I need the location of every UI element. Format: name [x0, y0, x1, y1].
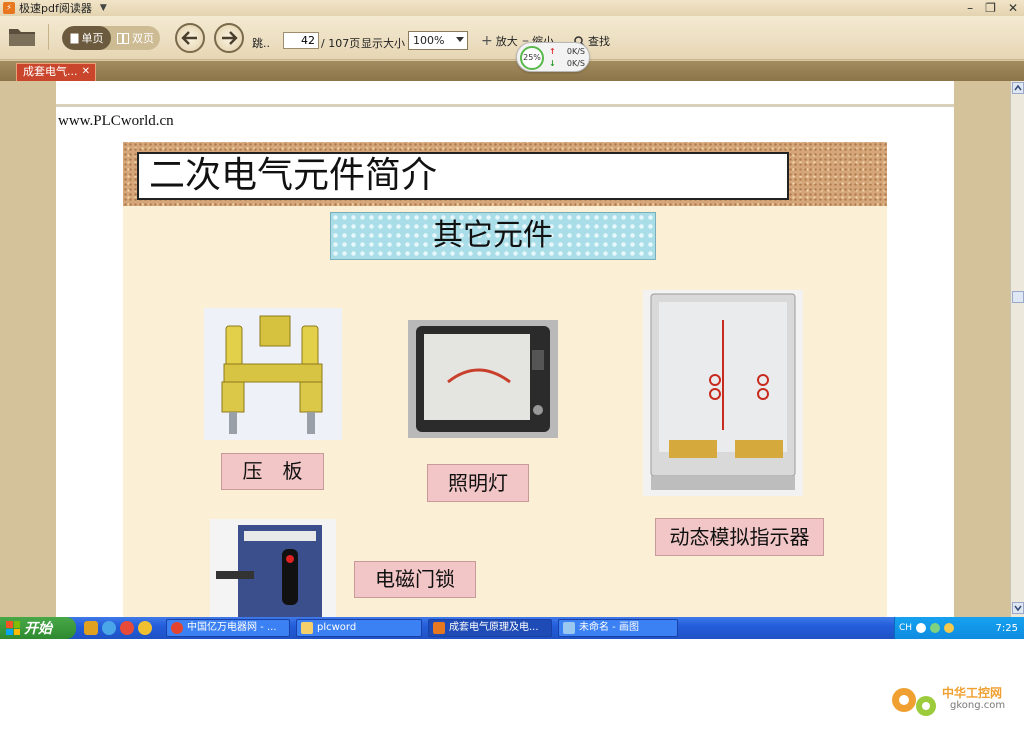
slide: 二次电气元件简介 其它元件 压 板 照明灯 动态模拟指示器 电磁门锁	[123, 142, 887, 617]
door-lock-photo	[210, 519, 336, 617]
folder-icon	[301, 622, 313, 634]
zoom-in-button[interactable]: + 放大	[481, 33, 518, 49]
label-dynamic-indicator: 动态模拟指示器	[655, 518, 824, 556]
close-tab-icon[interactable]: ✕	[82, 64, 90, 80]
speed-percent: 25%	[520, 46, 544, 70]
download-speed: ↓ 0K/S	[549, 59, 585, 68]
network-speed-widget[interactable]: 25% ↑ 0K/S ↓ 0K/S	[516, 42, 590, 72]
windows-taskbar: 开始 中国亿万电器网 - ... plcword 成套电气原理及电... 未命名…	[0, 617, 1024, 639]
paint-icon	[563, 622, 575, 634]
gear-icon	[892, 688, 936, 716]
messenger-icon[interactable]	[138, 621, 152, 635]
slide-subtitle: 其它元件	[330, 212, 656, 260]
label-lighting: 照明灯	[427, 464, 529, 502]
double-page-icon	[117, 32, 129, 44]
label-pressure-plate: 压 板	[221, 453, 324, 490]
dynamic-indicator-photo	[643, 290, 803, 496]
taskbar-item-paint[interactable]: 未命名 - 画图	[558, 619, 678, 637]
document-tab[interactable]: 成套电气... ✕	[16, 63, 96, 81]
page-number-input[interactable]	[283, 32, 319, 49]
app-icon: ⚡	[3, 2, 15, 14]
taskbar-item-folder[interactable]: plcword	[296, 619, 422, 637]
single-page-icon	[70, 33, 78, 43]
quick-launch-app-icon[interactable]	[84, 621, 98, 635]
taskbar-item-pdf-reader[interactable]: 成套电气原理及电...	[428, 619, 552, 637]
restore-icon[interactable]: ❐	[985, 0, 996, 16]
previous-page-button[interactable]	[175, 23, 205, 53]
pressure-plate-image	[204, 308, 342, 440]
title-bar: ⚡ 极速pdf阅读器 ▼ – ❐ ✕	[0, 0, 1024, 16]
watermark-site: gkong.com	[950, 700, 1006, 711]
vertical-scrollbar[interactable]	[1010, 81, 1024, 617]
next-page-button[interactable]	[214, 23, 244, 53]
taskbar-item-browser[interactable]: 中国亿万电器网 - ...	[166, 619, 290, 637]
qq-icon[interactable]	[120, 621, 134, 635]
chevron-down-icon	[456, 37, 464, 42]
minimize-icon[interactable]: –	[967, 0, 973, 16]
network-icon[interactable]	[930, 623, 941, 633]
double-page-button[interactable]: 双页	[111, 26, 160, 50]
lighting-controller-photo	[408, 320, 558, 438]
tray-app-icon[interactable]	[916, 623, 927, 633]
plus-icon: +	[481, 33, 493, 49]
toolbar: 单页 双页 跳.. / 107页 显示大小 100% + 放大 – 缩小	[0, 16, 1024, 60]
pdf-reader-icon	[433, 622, 445, 634]
download-arrow-icon: ↓	[549, 59, 556, 68]
toolbar-separator	[48, 24, 49, 50]
single-page-button[interactable]: 单页	[62, 26, 111, 50]
dynamic-indicator-image	[643, 290, 803, 496]
display-size-label: 显示大小	[361, 37, 405, 50]
scroll-thumb[interactable]	[1012, 291, 1024, 303]
total-pages: / 107页	[321, 37, 361, 50]
quick-launch	[84, 621, 152, 635]
pdf-page: www.PLCworld.cn 二次电气元件简介 其它元件 压 板 照明灯 动态…	[56, 81, 954, 617]
browser-icon[interactable]	[102, 621, 116, 635]
chevron-up-icon	[1014, 84, 1022, 91]
lighting-controller-image	[408, 320, 558, 438]
start-button[interactable]: 开始	[0, 617, 76, 639]
document-viewer[interactable]: www.PLCworld.cn 二次电气元件简介 其它元件 压 板 照明灯 动态…	[0, 81, 1024, 617]
clock: 7:25	[995, 622, 1018, 634]
document-tab-bar: 成套电气... ✕	[0, 61, 1024, 81]
input-language[interactable]: CH	[899, 623, 912, 633]
chevron-down-icon	[1014, 605, 1022, 612]
zoom-select[interactable]: 100%	[408, 31, 468, 50]
slide-title: 二次电气元件简介	[137, 152, 789, 200]
page-header-url: www.PLCworld.cn	[58, 113, 174, 129]
system-tray: CH 7:25	[894, 617, 1024, 639]
pressure-plate-photo	[204, 308, 342, 440]
open-folder-icon[interactable]	[8, 25, 36, 47]
windows-logo-icon	[6, 621, 20, 635]
arrow-left-icon	[181, 31, 197, 45]
page-mode-toggle: 单页 双页	[62, 26, 160, 50]
scroll-down-button[interactable]	[1012, 602, 1024, 614]
previous-page-edge	[56, 81, 954, 107]
chrome-icon	[171, 622, 183, 634]
close-icon[interactable]: ✕	[1008, 0, 1018, 16]
arrow-right-icon	[222, 31, 238, 45]
scroll-up-button[interactable]	[1012, 82, 1024, 94]
jump-label: 跳..	[252, 37, 270, 50]
watermark-name: 中华工控网	[942, 686, 1003, 700]
label-door-lock: 电磁门锁	[354, 561, 476, 598]
pdf-reader-window: ⚡ 极速pdf阅读器 ▼ – ❐ ✕ 单页 双页 跳.. 42 / 107页 显…	[0, 0, 1024, 617]
upload-arrow-icon: ↑	[549, 47, 556, 56]
upload-speed: ↑ 0K/S	[549, 47, 585, 56]
door-lock-image	[210, 519, 336, 617]
window-controls: – ❐ ✕	[967, 0, 1018, 16]
watermark-logo: 中华工控网 gkong.com	[886, 676, 1016, 726]
window-title: 极速pdf阅读器	[19, 2, 92, 15]
security-icon[interactable]	[944, 623, 955, 633]
menu-dropdown-icon[interactable]: ▼	[100, 3, 107, 13]
